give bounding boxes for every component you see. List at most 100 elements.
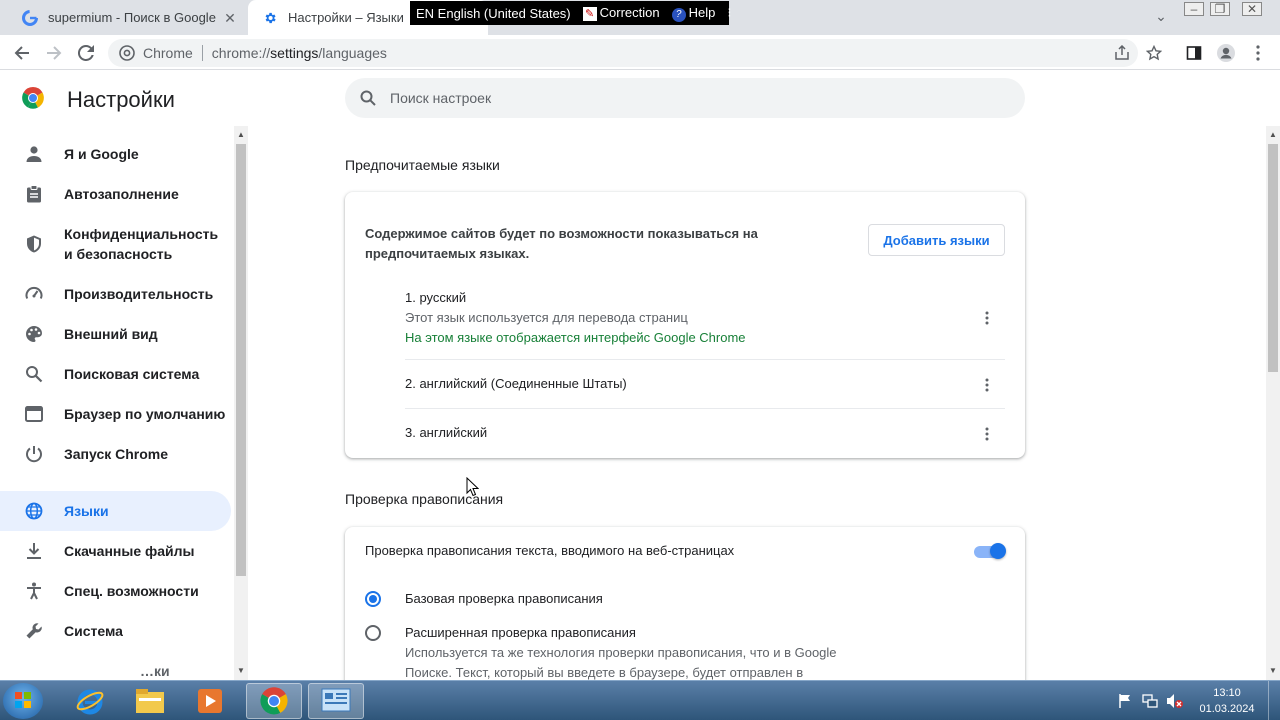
sidebar-item-performance[interactable]: Производительность <box>0 274 231 314</box>
gear-icon <box>262 10 278 26</box>
search-input[interactable] <box>390 90 990 106</box>
download-icon <box>24 541 44 561</box>
language-name: 1. русский <box>405 290 467 305</box>
globe-icon <box>24 501 44 521</box>
page-title: Настройки <box>67 87 175 112</box>
add-languages-button[interactable]: Добавить языки <box>868 224 1005 256</box>
sidebar-item-languages[interactable]: Языки <box>0 491 231 531</box>
scroll-up-arrow-icon[interactable]: ▲ <box>237 130 245 139</box>
forward-icon[interactable] <box>42 41 66 65</box>
help-button[interactable]: ? Help <box>666 5 722 22</box>
language-item: 1. русский Этот язык используется для пе… <box>405 288 1005 348</box>
sidebar-item-label: …ки <box>140 663 170 679</box>
clock-date: 01.03.2024 <box>1199 703 1255 715</box>
clock-time: 13:10 <box>1213 687 1241 699</box>
windows-taskbar: 13:10 01.03.2024 <box>0 680 1280 720</box>
sidebar-item-system[interactable]: Система <box>0 611 231 651</box>
chrome-logo-icon <box>21 86 45 110</box>
tab-title: Настройки – Языки <box>288 10 404 25</box>
more-menu-icon[interactable] <box>1246 41 1270 65</box>
settings-search[interactable] <box>345 78 1025 118</box>
network-icon[interactable] <box>1142 693 1158 714</box>
scroll-up-arrow-icon[interactable]: ▲ <box>1269 130 1277 139</box>
scroll-down-arrow-icon[interactable]: ▼ <box>237 666 245 675</box>
more-actions-icon[interactable] <box>975 306 999 330</box>
language-ui-note: На этом языке отображается интерфейс Goo… <box>405 330 746 345</box>
action-center-flag-icon[interactable] <box>1118 693 1132 714</box>
spellcheck-title: Проверка правописания <box>345 491 504 507</box>
language-indicator[interactable]: EN English (United States) <box>410 6 577 21</box>
spellcheck-toggle[interactable] <box>974 543 1006 559</box>
language-name: 3. английский <box>405 425 488 440</box>
restore-icon[interactable]: ❐ <box>1210 2 1230 16</box>
enhanced-spellcheck-radio[interactable] <box>365 625 381 641</box>
sidebar-item-privacy[interactable]: Конфиденциальность и безопасность <box>0 214 231 274</box>
basic-spellcheck-radio[interactable] <box>365 591 381 607</box>
more-actions-icon[interactable] <box>975 422 999 446</box>
sidebar-item-default-browser[interactable]: Браузер по умолчанию <box>0 394 231 434</box>
sidebar-item-reset[interactable]: …ки <box>0 651 231 680</box>
scrollbar-thumb[interactable] <box>1268 144 1278 372</box>
accessibility-icon <box>24 581 44 601</box>
person-icon <box>24 144 44 164</box>
clipboard-icon <box>24 184 44 204</box>
shield-icon <box>24 234 44 254</box>
preferred-languages-title: Предпочитаемые языки <box>345 157 500 173</box>
search-icon <box>359 89 377 107</box>
sidebar-item-search-engine[interactable]: Поисковая система <box>0 354 231 394</box>
file-explorer-icon[interactable] <box>122 683 178 719</box>
close-window-icon[interactable]: ✕ <box>1242 2 1262 16</box>
language-bar[interactable]: EN English (United States) ✎ Correction ?… <box>410 1 731 25</box>
chrome-page-icon[interactable] <box>119 45 135 61</box>
control-panel-icon[interactable] <box>308 683 364 719</box>
show-desktop-button[interactable] <box>1268 681 1280 720</box>
side-panel-icon[interactable] <box>1182 41 1206 65</box>
profile-avatar-icon[interactable] <box>1214 41 1238 65</box>
language-translate-note: Этот язык используется для перевода стра… <box>405 310 688 325</box>
sidebar-scrollbar[interactable]: ▲ ▼ <box>234 126 248 680</box>
wrench-icon <box>24 621 44 641</box>
minimize-icon[interactable]: – <box>1184 2 1204 16</box>
sidebar-item-on-startup[interactable]: Запуск Chrome <box>0 434 231 474</box>
sidebar-item-label: Языки <box>64 503 109 519</box>
system-clock[interactable]: 13:10 01.03.2024 <box>1192 685 1262 717</box>
divider <box>405 359 1005 360</box>
main-scrollbar[interactable]: ▲ ▼ <box>1266 126 1280 680</box>
back-icon[interactable] <box>10 41 34 65</box>
omnibox[interactable]: Chrome chrome://settings/languages <box>108 39 1138 67</box>
enhanced-spellcheck-label[interactable]: Расширенная проверка правописания <box>405 623 636 643</box>
tab-title: supermium - Поиск в Google <box>48 10 216 25</box>
url-text[interactable]: chrome://settings/languages <box>212 45 387 61</box>
language-bar-options-icon[interactable]: ⁝ <box>721 5 737 21</box>
sidebar-item-label: Производительность <box>64 286 214 302</box>
sidebar-item-label: Внешний вид <box>64 326 158 342</box>
correction-button[interactable]: ✎ Correction <box>577 5 666 21</box>
internet-explorer-icon[interactable] <box>62 683 118 719</box>
sidebar-item-accessibility[interactable]: Спец. возможности <box>0 571 231 611</box>
language-name: 2. английский (Соединенные Штаты) <box>405 376 627 391</box>
sidebar-item-you-and-google[interactable]: Я и Google <box>0 134 231 174</box>
sidebar-item-autofill[interactable]: Автозаполнение <box>0 174 231 214</box>
settings-header: Настройки <box>0 70 1280 126</box>
preferred-languages-card: Содержимое сайтов будет по возможности п… <box>345 192 1025 458</box>
sidebar-item-downloads[interactable]: Скачанные файлы <box>0 531 231 571</box>
scroll-down-arrow-icon[interactable]: ▼ <box>1269 666 1277 675</box>
tab-search-chevron-icon[interactable]: ⌄ <box>1152 8 1170 26</box>
chrome-taskbar-icon[interactable] <box>246 683 302 719</box>
start-button-icon[interactable] <box>3 683 43 719</box>
close-tab-icon[interactable]: ✕ <box>222 10 238 26</box>
sidebar-item-label: Спец. возможности <box>64 583 199 599</box>
tab-google-search[interactable]: supermium - Поиск в Google ✕ <box>8 0 248 35</box>
reload-icon[interactable] <box>74 41 98 65</box>
bookmark-star-icon[interactable] <box>1142 41 1166 65</box>
sidebar-item-label: Конфиденциальность и безопасность <box>64 226 219 262</box>
volume-muted-icon[interactable] <box>1166 693 1184 714</box>
basic-spellcheck-label[interactable]: Базовая проверка правописания <box>405 589 603 609</box>
share-icon[interactable] <box>1110 41 1134 65</box>
scrollbar-thumb[interactable] <box>236 144 246 576</box>
tab-strip: supermium - Поиск в Google ✕ Настройки –… <box>0 0 1280 35</box>
media-player-icon[interactable] <box>182 683 238 719</box>
more-actions-icon[interactable] <box>975 373 999 397</box>
sidebar: Я и Google Автозаполнение Конфиденциальн… <box>0 126 234 680</box>
sidebar-item-appearance[interactable]: Внешний вид <box>0 314 231 354</box>
